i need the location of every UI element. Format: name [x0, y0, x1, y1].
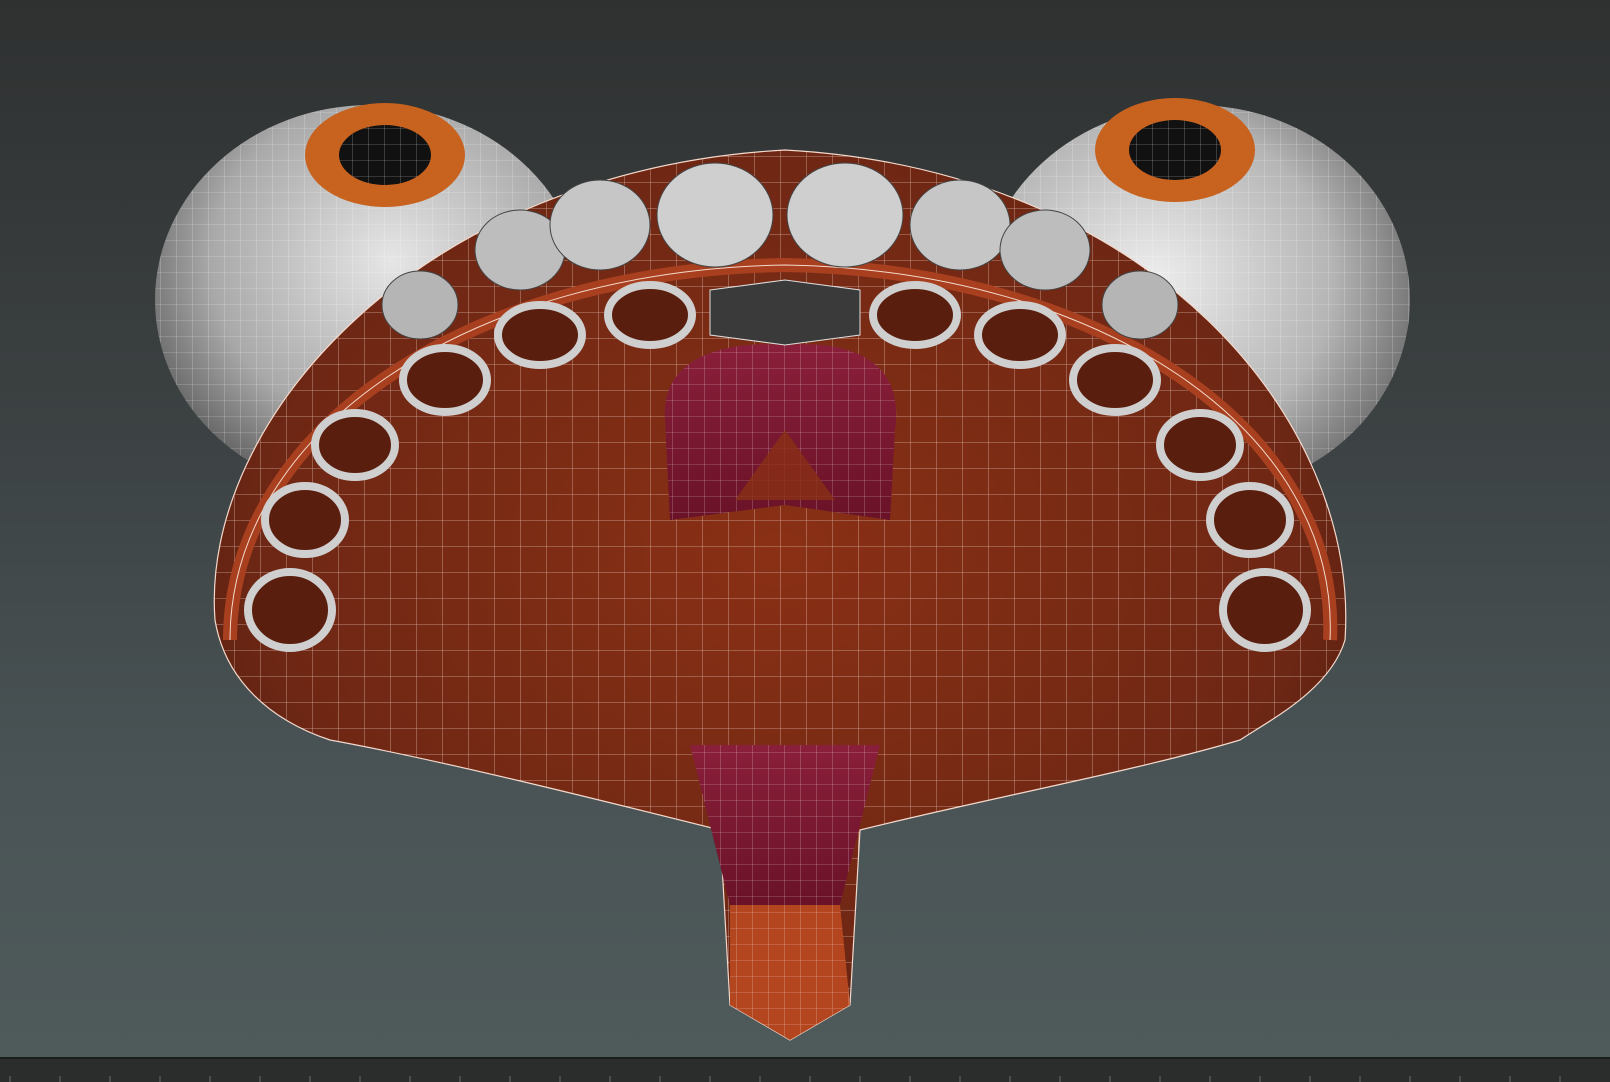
- timeline-bar[interactable]: [0, 1057, 1610, 1082]
- upper-gum: [664, 344, 897, 520]
- timeline-ruler: [9, 1076, 1561, 1082]
- model-render: [155, 98, 1410, 1041]
- 3d-viewport[interactable]: [0, 0, 1610, 1057]
